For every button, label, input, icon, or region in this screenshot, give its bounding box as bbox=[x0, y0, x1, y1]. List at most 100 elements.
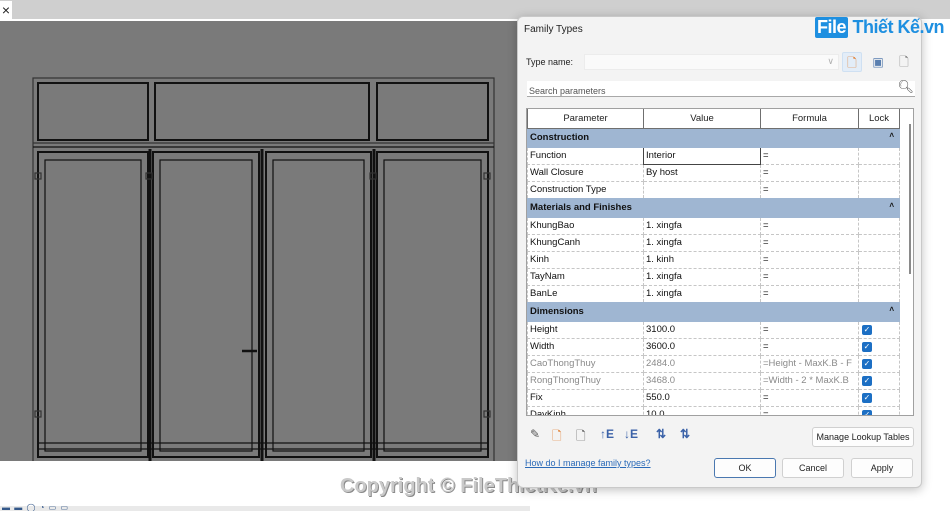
parameter-cell: BanLe bbox=[527, 284, 644, 303]
app-root: × ▬ ▬ ◯ ◔ ▭ ▭ Copyright © FileThietKe.vn… bbox=[0, 0, 950, 511]
drawing-canvas[interactable] bbox=[0, 21, 517, 461]
lock-checkbox[interactable]: ✓ bbox=[862, 376, 872, 386]
formula-cell[interactable]: = bbox=[760, 337, 859, 356]
delete-parameter-icon[interactable]: 🗋 bbox=[576, 427, 586, 448]
formula-cell[interactable]: = bbox=[760, 284, 859, 303]
lock-checkbox[interactable]: ✓ bbox=[862, 410, 872, 415]
table-row: TayNam 1. xingfa = bbox=[527, 267, 900, 286]
ok-button[interactable]: OK bbox=[714, 458, 776, 478]
lock-cell[interactable]: ✓ bbox=[858, 371, 900, 390]
sort-ascending-icon[interactable]: ⇅ bbox=[656, 427, 666, 441]
collapse-icon[interactable]: ˄ bbox=[889, 305, 894, 314]
group-header[interactable]: Dimensions ˄ bbox=[527, 301, 900, 322]
watermark-file: File bbox=[815, 17, 849, 38]
lock-cell[interactable] bbox=[858, 216, 900, 235]
formula-cell[interactable]: = bbox=[760, 267, 859, 286]
value-cell[interactable]: 2484.0 bbox=[643, 354, 761, 373]
search-icon[interactable]: 🔍︎ bbox=[897, 79, 914, 95]
lock-checkbox[interactable]: ✓ bbox=[862, 359, 872, 369]
table-row: Fix 550.0 = ✓ bbox=[527, 388, 900, 407]
help-link[interactable]: How do I manage family types? bbox=[525, 458, 651, 468]
formula-cell[interactable]: = bbox=[760, 216, 859, 235]
value-cell[interactable]: By host bbox=[643, 163, 761, 182]
lock-cell[interactable]: ✓ bbox=[858, 320, 900, 339]
group-header[interactable]: Construction ˄ bbox=[527, 127, 900, 148]
view-control-icons[interactable]: ▬ ▬ ◯ ◔ ▭ ▭ bbox=[2, 504, 69, 511]
lock-checkbox[interactable]: ✓ bbox=[862, 393, 872, 403]
search-input[interactable] bbox=[527, 83, 887, 99]
cancel-button[interactable]: Cancel bbox=[782, 458, 844, 478]
edit-parameter-icon[interactable]: ✎ bbox=[530, 427, 540, 441]
value-cell[interactable]: 10.0 bbox=[643, 405, 761, 415]
lock-cell[interactable] bbox=[858, 180, 900, 199]
value-cell[interactable]: 1. xingfa bbox=[643, 267, 761, 286]
column-header-value[interactable]: Value bbox=[643, 109, 761, 129]
column-header-formula[interactable]: Formula bbox=[760, 109, 859, 129]
formula-cell[interactable]: = bbox=[760, 233, 859, 252]
formula-cell[interactable]: = bbox=[760, 180, 859, 199]
grid-scrollbar[interactable] bbox=[909, 124, 911, 274]
lock-cell[interactable] bbox=[858, 163, 900, 182]
formula-cell[interactable]: = bbox=[760, 146, 859, 165]
group-header-row[interactable]: Materials and Finishes ˄ bbox=[527, 197, 900, 218]
lock-cell[interactable] bbox=[858, 250, 900, 269]
value-cell[interactable]: 550.0 bbox=[643, 388, 761, 407]
value-cell[interactable]: Interior bbox=[643, 146, 761, 165]
close-view-icon[interactable]: × bbox=[0, 1, 12, 19]
chevron-down-icon: ∨ bbox=[827, 56, 834, 66]
type-name-select[interactable]: ∨ bbox=[584, 54, 839, 70]
apply-button[interactable]: Apply bbox=[851, 458, 913, 478]
value-cell[interactable]: 3600.0 bbox=[643, 337, 761, 356]
value-cell[interactable] bbox=[643, 180, 761, 199]
column-header-parameter[interactable]: Parameter bbox=[527, 109, 644, 129]
value-cell[interactable]: 1. xingfa bbox=[643, 216, 761, 235]
formula-cell[interactable]: = bbox=[760, 163, 859, 182]
parameters-table: Parameter Value Formula Lock Constructio… bbox=[527, 109, 900, 415]
lock-cell[interactable]: ✓ bbox=[858, 354, 900, 373]
table-row: Kinh 1. kinh = bbox=[527, 250, 900, 269]
move-down-icon[interactable]: ↓E bbox=[624, 427, 638, 441]
lock-cell[interactable]: ✓ bbox=[858, 405, 900, 415]
column-header-lock[interactable]: Lock bbox=[858, 109, 900, 129]
move-up-icon[interactable]: ↑E bbox=[600, 427, 614, 441]
collapse-icon[interactable]: ˄ bbox=[889, 131, 894, 140]
parameter-cell: KhungCanh bbox=[527, 233, 644, 252]
formula-cell[interactable]: = bbox=[760, 320, 859, 339]
formula-cell[interactable]: = bbox=[760, 388, 859, 407]
value-cell[interactable]: 3100.0 bbox=[643, 320, 761, 339]
formula-cell[interactable]: = bbox=[760, 250, 859, 269]
formula-cell[interactable]: =Height - MaxK.B - F bbox=[760, 354, 859, 373]
value-cell[interactable]: 1. xingfa bbox=[643, 233, 761, 252]
lock-cell[interactable] bbox=[858, 267, 900, 286]
parameter-cell: Height bbox=[527, 320, 644, 339]
group-name: Dimensions bbox=[530, 306, 584, 317]
door-elevation-drawing bbox=[32, 77, 495, 461]
lock-checkbox[interactable]: ✓ bbox=[862, 342, 872, 352]
value-cell[interactable]: 3468.0 bbox=[643, 371, 761, 390]
lock-cell[interactable] bbox=[858, 284, 900, 303]
lock-cell[interactable] bbox=[858, 233, 900, 252]
delete-type-icon: 🗋 bbox=[899, 55, 909, 69]
rename-type-button[interactable]: ▣ bbox=[868, 52, 888, 72]
new-parameter-icon[interactable]: 🗋 bbox=[552, 427, 562, 448]
lock-checkbox[interactable]: ✓ bbox=[862, 325, 872, 335]
group-header-row[interactable]: Dimensions ˄ bbox=[527, 301, 900, 322]
group-header-row[interactable]: Construction ˄ bbox=[527, 127, 900, 148]
table-row: CaoThongThuy 2484.0 =Height - MaxK.B - F ✓ bbox=[527, 354, 900, 373]
new-type-button[interactable]: 🗋 bbox=[842, 52, 862, 72]
lock-cell[interactable]: ✓ bbox=[858, 388, 900, 407]
sort-descending-icon[interactable]: ⇅ bbox=[680, 427, 690, 441]
value-cell[interactable]: 1. xingfa bbox=[643, 284, 761, 303]
table-row: DayKinh 10.0 = ✓ bbox=[527, 405, 900, 415]
lock-cell[interactable] bbox=[858, 146, 900, 165]
formula-cell[interactable]: =Width - 2 * MaxK.B bbox=[760, 371, 859, 390]
family-types-dialog: Family Types File Thiết Kế.vn Type name:… bbox=[517, 16, 945, 488]
collapse-icon[interactable]: ˄ bbox=[889, 201, 894, 210]
lock-cell[interactable]: ✓ bbox=[858, 337, 900, 356]
search-parameters[interactable]: 🔍︎ bbox=[527, 79, 915, 99]
manage-lookup-tables-button[interactable]: Manage Lookup Tables bbox=[812, 427, 914, 447]
group-header[interactable]: Materials and Finishes ˄ bbox=[527, 197, 900, 218]
delete-type-button[interactable]: 🗋 bbox=[894, 52, 914, 72]
formula-cell[interactable]: = bbox=[760, 405, 859, 415]
value-cell[interactable]: 1. kinh bbox=[643, 250, 761, 269]
